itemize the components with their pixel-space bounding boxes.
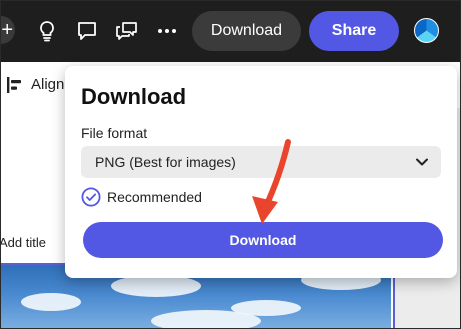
download-top-button[interactable]: Download [192,11,301,51]
file-format-label: File format [81,125,148,141]
download-button[interactable]: Download [83,222,443,258]
add-title-placeholder[interactable]: Add title [1,235,46,250]
dialog-title: Download [81,84,187,109]
file-format-select[interactable]: PNG (Best for images) [81,146,441,178]
lightbulb-icon[interactable] [34,18,60,44]
recommended-label: Recommended [107,189,202,205]
more-icon[interactable] [154,18,180,44]
chevron-down-icon [416,158,428,166]
app-window: + Download Share Align Add title Downloa… [0,0,461,329]
cloud-shape [21,293,81,311]
check-circle-icon [81,187,101,207]
share-button[interactable]: Share [309,11,399,51]
avatar[interactable] [414,18,439,43]
chat-icon[interactable] [114,18,140,44]
align-icon[interactable] [7,77,23,93]
download-dialog: Download File format PNG (Best for image… [65,66,457,278]
file-format-value: PNG (Best for images) [95,154,236,170]
cloud-shape [111,275,201,297]
top-bar: + Download Share [1,1,460,62]
comment-icon[interactable] [74,18,100,44]
cloud-shape [151,310,261,328]
align-button[interactable]: Align [31,76,64,93]
add-icon[interactable]: + [1,16,15,44]
